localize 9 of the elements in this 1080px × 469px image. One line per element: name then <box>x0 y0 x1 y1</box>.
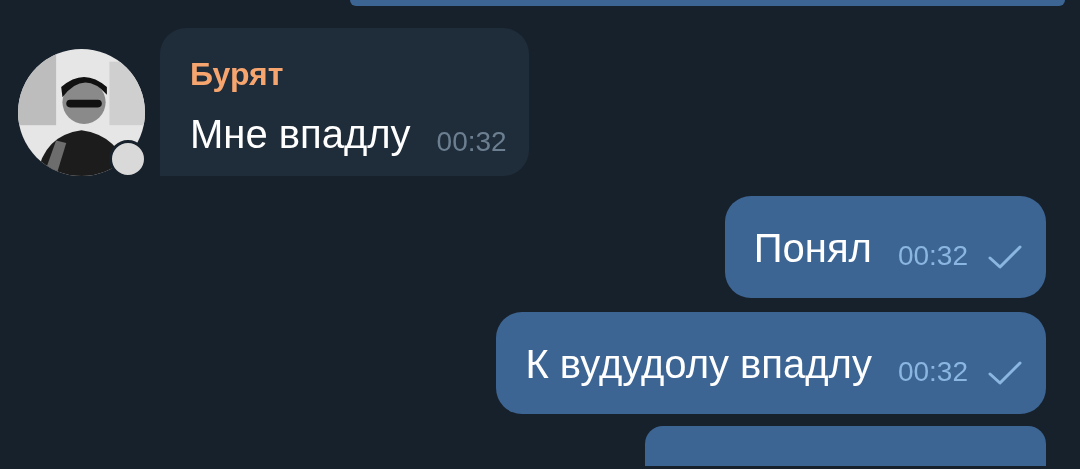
check-icon <box>986 244 1024 270</box>
message-time: 00:32 <box>897 242 968 270</box>
message-text: Мне впадлу <box>190 111 411 158</box>
sender-name[interactable]: Бурят <box>190 54 284 94</box>
message-time: 00:32 <box>897 358 968 386</box>
check-icon <box>986 360 1024 386</box>
message-text: Понял <box>753 225 872 272</box>
message-time: 00:32 <box>436 128 507 156</box>
message-text: К вудудолу впадлу <box>525 341 872 388</box>
